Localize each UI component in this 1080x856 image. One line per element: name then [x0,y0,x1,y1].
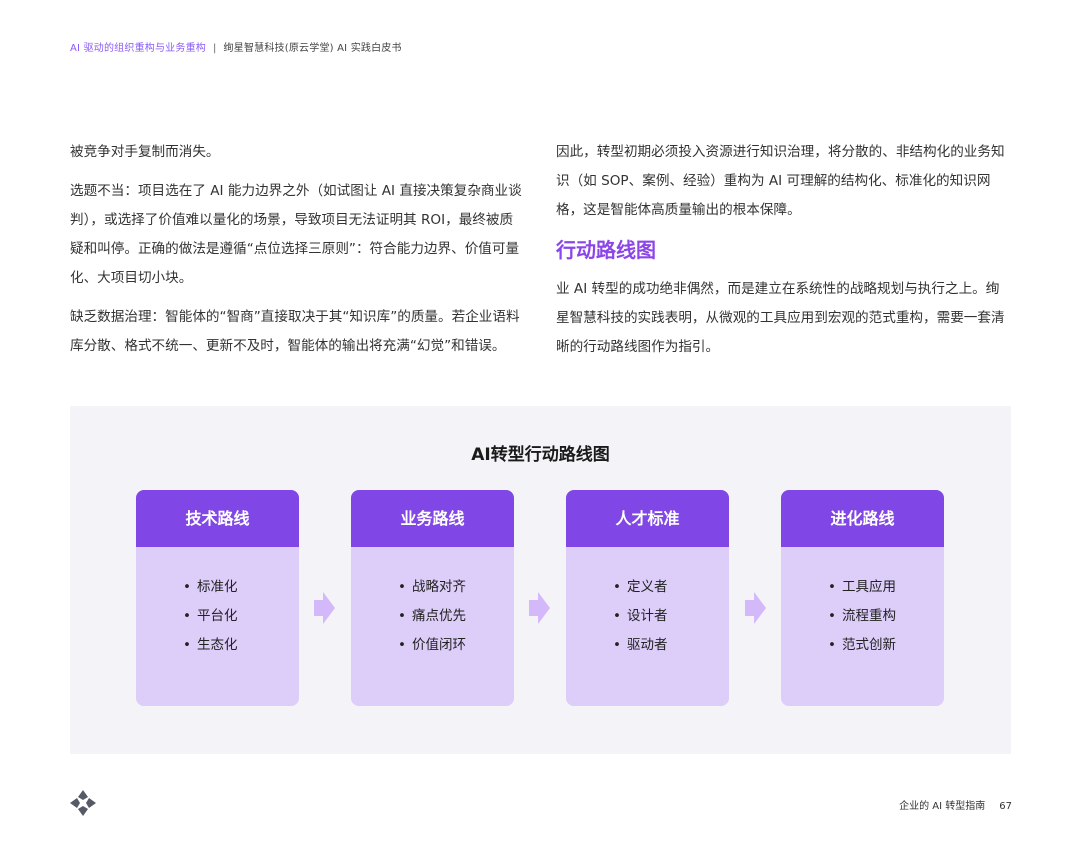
card-title: 业务路线 [351,490,514,547]
bullet-icon: • [613,579,621,595]
figure-title: AI转型行动路线图 [471,445,610,465]
bullet-icon: • [613,637,621,653]
roadmap-figure: AI转型行动路线图 技术路线 • 标准化 • 平台化 • 生态化 业务路线 • 战略对齐… [70,406,1011,754]
bullet-icon: • [183,579,191,595]
paragraph: 缺乏数据治理：智能体的“智商”直接取决于其“知识库”的质量。若企业语料库分散、格… [70,309,520,354]
bullet-icon: • [613,608,621,624]
list-item: • 平台化 [136,602,299,631]
card-title: 进化路线 [781,490,944,547]
card-list: • 标准化 • 平台化 • 生态化 [136,547,299,660]
card-title: 人才标准 [566,490,729,547]
roadmap-card-evolution: 进化路线 • 工具应用 • 流程重构 • 范式创新 [781,490,944,706]
bullet-icon: • [183,637,191,653]
roadmap-card-tech: 技术路线 • 标准化 • 平台化 • 生态化 [136,490,299,706]
list-item: • 标准化 [136,573,299,602]
header-section: AI 驱动的组织重构与业务重构 [70,43,206,54]
list-item: • 流程重构 [781,602,944,631]
list-item: • 设计者 [566,602,729,631]
right-arrow-icon [529,592,550,624]
header-publication: 绚星智慧科技(原云学堂) AI 实践白皮书 [223,43,402,54]
list-item: • 驱动者 [566,631,729,660]
header-separator: | [212,43,217,54]
bullet-icon: • [398,608,406,624]
paragraph: 选题不当：项目选在了 AI 能力边界之外（如试图让 AI 直接决策复杂商业谈判）… [70,183,522,286]
bullet-icon: • [828,608,836,624]
page-footer: 企业的 AI 转型指南 67 [899,797,1012,812]
list-item: • 战略对齐 [351,573,514,602]
bullet-icon: • [398,637,406,653]
roadmap-card-business: 业务路线 • 战略对齐 • 痛点优先 • 价值闭环 [351,490,514,706]
list-item: • 价值闭环 [351,631,514,660]
brand-logo-icon [70,790,96,816]
right-column: 因此，转型初期必须投入资源进行知识治理，将分散的、非结构化的业务知识（如 SOP… [556,138,1012,372]
card-title: 技术路线 [136,490,299,547]
card-list: • 定义者 • 设计者 • 驱动者 [566,547,729,660]
card-list: • 战略对齐 • 痛点优先 • 价值闭环 [351,547,514,660]
right-arrow-icon [314,592,335,624]
paragraph: 被竞争对手复制而消失。 [70,144,220,160]
bullet-icon: • [828,637,836,653]
list-item: • 范式创新 [781,631,944,660]
section-title: 行动路线图 [556,238,656,262]
roadmap-card-talent: 人才标准 • 定义者 • 设计者 • 驱动者 [566,490,729,706]
list-item: • 定义者 [566,573,729,602]
bullet-icon: • [828,579,836,595]
list-item: • 生态化 [136,631,299,660]
bullet-icon: • [398,579,406,595]
list-item: • 工具应用 [781,573,944,602]
running-header: AI 驱动的组织重构与业务重构 | 绚星智慧科技(原云学堂) AI 实践白皮书 [70,39,402,54]
left-column: 被竞争对手复制而消失。 选题不当：项目选在了 AI 能力边界之外（如试图让 AI… [70,138,526,371]
list-item: • 痛点优先 [351,602,514,631]
right-arrow-icon [745,592,766,624]
bullet-icon: • [183,608,191,624]
footer-guide-title: 企业的 AI 转型指南 [899,801,986,812]
page-number: 67 [999,801,1012,812]
paragraph: 因此，转型初期必须投入资源进行知识治理，将分散的、非结构化的业务知识（如 SOP… [556,144,1005,218]
card-list: • 工具应用 • 流程重构 • 范式创新 [781,547,944,660]
paragraph: 业 AI 转型的成功绝非偶然，而是建立在系统性的战略规划与执行之上。绚星智慧科技… [556,281,1005,355]
